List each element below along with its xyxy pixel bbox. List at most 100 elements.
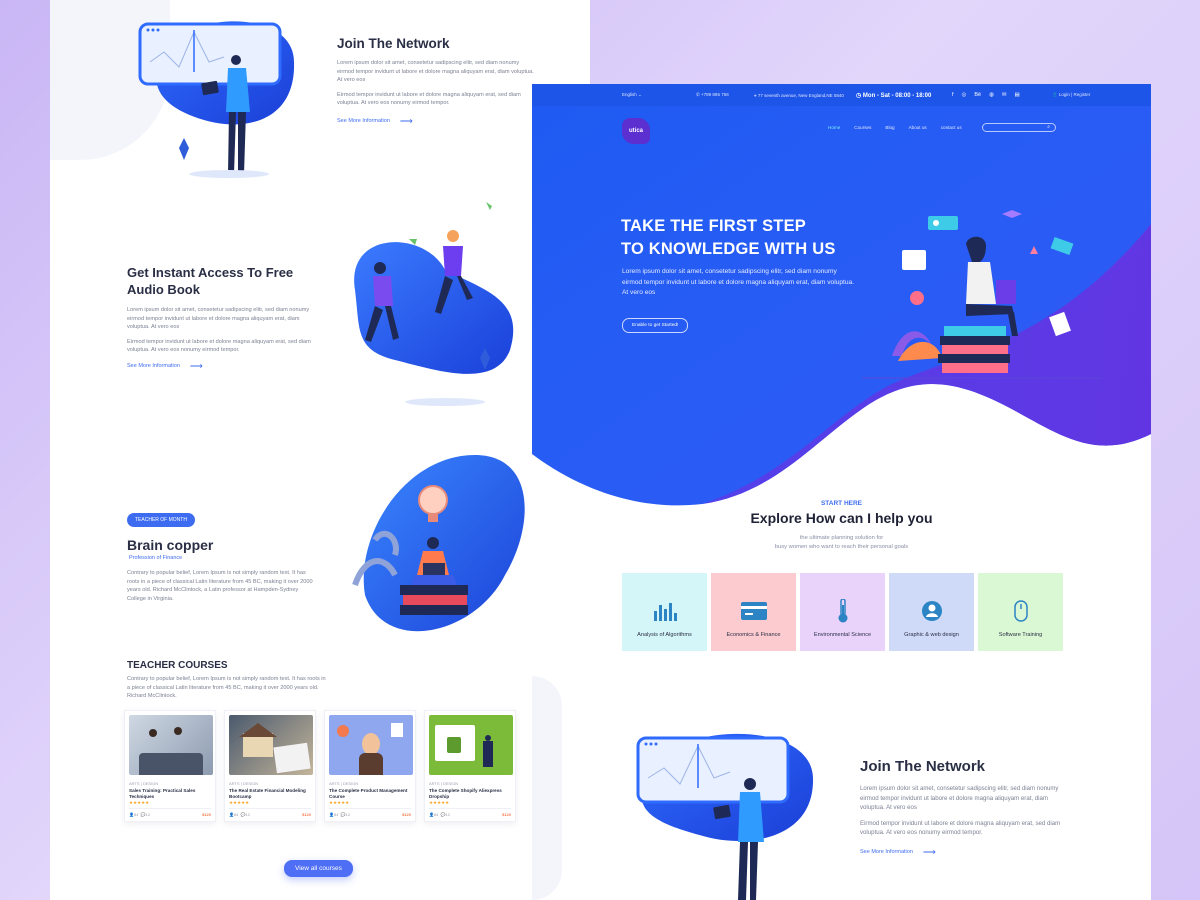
social-links: f ◎ Bē ◍ ✉ ▤ bbox=[952, 92, 1020, 98]
join-network-section: Join The Network Lorem ipsum dolor sit a… bbox=[860, 758, 1070, 858]
course-card[interactable]: ARTS | DESIGN The Real Estate Financial … bbox=[224, 710, 316, 822]
facebook-icon[interactable]: f bbox=[952, 92, 954, 98]
see-more-link[interactable]: See More Information ⟶ bbox=[127, 361, 317, 372]
course-footer: 👤84 💬12 $120 bbox=[329, 808, 411, 817]
tile-software[interactable]: Software Training bbox=[978, 573, 1063, 651]
course-tag: ARTS | DESIGN bbox=[429, 781, 459, 786]
course-footer: 👤84 💬12 $120 bbox=[129, 808, 211, 817]
site-logo[interactable]: utica bbox=[622, 118, 654, 146]
tile-algorithms[interactable]: Analysis of Algorithms bbox=[622, 573, 707, 651]
student-count: 👤84 💬12 bbox=[329, 812, 351, 817]
arrow-right-icon: ⟶ bbox=[399, 115, 413, 126]
dribbble-icon[interactable]: ◎ bbox=[962, 92, 967, 98]
arrow-right-icon: ⟶ bbox=[922, 846, 936, 857]
course-card[interactable]: ARTS | DESIGN The Complete Shopify Aliex… bbox=[424, 710, 516, 822]
course-thumbnail bbox=[329, 715, 413, 775]
section-kicker: START HERE bbox=[820, 500, 863, 507]
get-started-button[interactable]: Enable to get Started! bbox=[622, 318, 689, 333]
hero-illustration bbox=[862, 210, 1102, 379]
course-thumbnail bbox=[429, 715, 513, 775]
location-pin-icon: ⌖ bbox=[754, 92, 757, 98]
teacher-badge: TEACHER OF MONTH bbox=[127, 513, 195, 527]
teacher-of-month-section: TEACHER OF MONTH Brain copper Profession… bbox=[127, 508, 317, 603]
right-page-mockup: English ⌄ ✆ +789 895 756 ⌖ 77 seventh av… bbox=[532, 84, 1151, 900]
section-title: Join The Network bbox=[337, 36, 450, 51]
course-footer: 👤84 💬12 $120 bbox=[229, 808, 311, 817]
network-illustration bbox=[138, 21, 295, 178]
nav-item-home[interactable]: Home bbox=[828, 125, 840, 130]
section-title: Explore How can I help you bbox=[750, 510, 933, 526]
hero-title: TAKE THE FIRST STEP TO KNOWLEDGE WITH US bbox=[621, 217, 836, 258]
course-tag: ARTS | DESIGN bbox=[329, 781, 359, 786]
teacher-name: Brain copper bbox=[127, 537, 214, 553]
paragraph: Eirmod tempor invidunt ut labore et dolo… bbox=[337, 91, 521, 107]
join-network-section: Join The Network Lorem ipsum dolor sit a… bbox=[337, 36, 537, 127]
phone-number: ✆ +789 895 756 bbox=[696, 92, 729, 97]
course-price: $120 bbox=[402, 812, 411, 817]
search-icon[interactable]: ⌕ bbox=[1047, 124, 1050, 130]
money-card-icon bbox=[740, 598, 767, 624]
nav-item-courses[interactable]: Courses bbox=[854, 125, 871, 130]
course-price: $120 bbox=[502, 812, 511, 817]
search-input[interactable]: ⌕ bbox=[982, 123, 1056, 132]
rss-icon[interactable]: ▤ bbox=[1015, 92, 1020, 98]
reading-student-illustration bbox=[352, 455, 525, 632]
bar-chart-icon bbox=[652, 598, 678, 624]
tile-label: Graphic & web design bbox=[904, 632, 959, 638]
course-price: $120 bbox=[202, 812, 211, 817]
language-select[interactable]: English ⌄ bbox=[622, 92, 642, 98]
tile-label: Environmental Science bbox=[813, 632, 872, 638]
behance-icon[interactable]: Bē bbox=[974, 92, 981, 98]
course-price: $120 bbox=[302, 812, 311, 817]
section-title: Get Instant Access To Free Audio Book bbox=[127, 265, 294, 297]
course-title: The Complete Shopify Aliexpress Dropship bbox=[429, 788, 502, 799]
course-card[interactable]: ARTS | DESIGN Sales Training: Practical … bbox=[124, 710, 216, 822]
thermometer-icon bbox=[830, 598, 856, 624]
jumping-people-illustration bbox=[354, 202, 514, 406]
student-count: 👤84 💬12 bbox=[229, 812, 251, 817]
course-thumbnail bbox=[229, 715, 313, 775]
arrow-right-icon: ⟶ bbox=[189, 360, 203, 371]
course-tag: ARTS | DESIGN bbox=[129, 781, 159, 786]
course-title: The Real Estate Financial Modeling Bootc… bbox=[229, 788, 306, 799]
tile-environment[interactable]: Environmental Science bbox=[800, 573, 885, 651]
section-subtitle: the ultimate planning solution for busy … bbox=[774, 535, 909, 550]
clock-icon: ◷ bbox=[856, 92, 862, 99]
course-card[interactable]: ARTS | DESIGN The Complete Product Manag… bbox=[324, 710, 416, 822]
see-more-link[interactable]: See More Information ⟶ bbox=[337, 116, 537, 127]
section-title: TEACHER COURSES bbox=[127, 660, 228, 671]
email-icon[interactable]: ✉ bbox=[1002, 92, 1007, 98]
tile-economics[interactable]: Economics & Finance bbox=[711, 573, 796, 651]
paragraph: Contrary to popular belief, Lorem Ipsum … bbox=[127, 570, 313, 602]
user-badge-icon bbox=[919, 598, 945, 624]
view-all-courses-button[interactable]: View all courses bbox=[284, 860, 353, 877]
explore-section: START HERE Explore How can I help you th… bbox=[532, 500, 1151, 551]
paragraph: Lorem ipsum dolor sit amet, consetetur s… bbox=[337, 60, 534, 84]
rating-stars: ★★★★★ bbox=[129, 800, 150, 805]
mouse-icon bbox=[1008, 598, 1034, 624]
rating-stars: ★★★★★ bbox=[229, 800, 250, 805]
course-title: The Complete Product Management Course bbox=[329, 788, 408, 799]
course-tag: ARTS | DESIGN bbox=[229, 781, 259, 786]
instagram-icon[interactable]: ◍ bbox=[989, 92, 994, 98]
course-card-list: ARTS | DESIGN Sales Training: Practical … bbox=[124, 710, 516, 822]
paragraph: Contrary to popular belief, Lorem Ipsum … bbox=[127, 676, 326, 700]
decorative-blob bbox=[532, 676, 562, 900]
address: ⌖ 77 seventh avenue, New England,NE 5840 bbox=[754, 92, 844, 98]
tile-label: Analysis of Algorithms bbox=[637, 632, 692, 638]
teacher-courses-header: TEACHER COURSES Contrary to popular beli… bbox=[127, 660, 327, 701]
paragraph: Lorem ipsum dolor sit amet, consetetur s… bbox=[860, 785, 1059, 812]
rating-stars: ★★★★★ bbox=[329, 800, 350, 805]
tile-label: Software Training bbox=[998, 632, 1043, 638]
category-tiles: Analysis of Algorithms Economics & Finan… bbox=[622, 573, 1063, 651]
tile-label: Economics & Finance bbox=[726, 632, 781, 638]
nav-item-contact[interactable]: contact us bbox=[941, 125, 962, 130]
see-more-link[interactable]: See More Information ⟶ bbox=[860, 847, 1070, 858]
nav-item-about[interactable]: About us bbox=[909, 125, 927, 130]
paragraph: Lorem ipsum dolor sit amet, consetetur s… bbox=[127, 307, 310, 331]
tile-graphic-design[interactable]: Graphic & web design bbox=[889, 573, 974, 651]
login-register-link[interactable]: 👤 Login | Register bbox=[1052, 92, 1090, 98]
course-thumbnail bbox=[129, 715, 213, 775]
nav-item-blog[interactable]: Blog bbox=[885, 125, 894, 130]
network-illustration bbox=[636, 733, 814, 900]
